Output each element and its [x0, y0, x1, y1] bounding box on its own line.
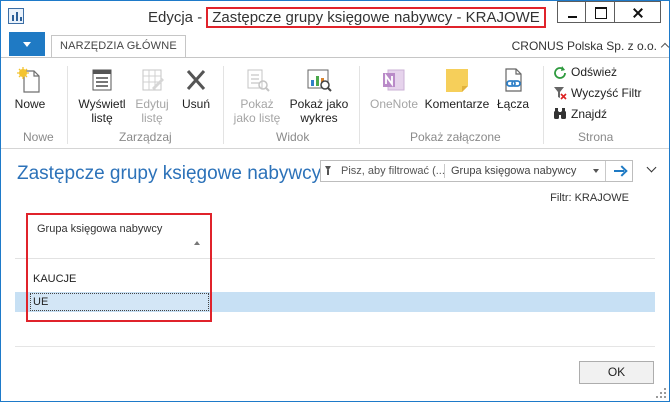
find-button[interactable]: Znajdź [553, 106, 607, 122]
filter-divider [444, 164, 445, 178]
sticky-note-icon [443, 66, 471, 94]
show-as-list-button[interactable]: Pokaż jako listę [229, 66, 285, 125]
window-controls [557, 1, 661, 23]
ribbon: Nowe Nowe Wyświetl listę Edytuj listę Us… [1, 57, 669, 149]
show-list-label-2: listę [91, 111, 113, 125]
onenote-label: OneNote [369, 97, 419, 111]
clear-filter-label: Wyczyść Filtr [571, 86, 642, 100]
ribbon-separator [359, 66, 360, 144]
show-as-chart-label-2: wykres [300, 111, 338, 125]
ribbon-separator [543, 66, 544, 144]
page-title: Zastępcze grupy księgowe nabywcy [17, 163, 322, 184]
chart-icon [305, 66, 333, 94]
filter-field-select[interactable]: Grupa księgowa nabywcy [451, 165, 576, 177]
minimize-button[interactable] [557, 1, 586, 23]
company-name: CRONUS Polska Sp. z o.o. [511, 39, 657, 53]
group-label-view: Widok [276, 130, 310, 144]
edit-list-label-2: listę [141, 111, 163, 125]
tab-home[interactable]: NARZĘDZIA GŁÓWNE [51, 35, 186, 58]
clear-filter-icon [553, 86, 567, 100]
show-as-chart-label-1: Pokaż jako [289, 97, 349, 111]
refresh-icon [553, 65, 567, 79]
maximize-button[interactable] [586, 1, 615, 23]
find-label: Znajdź [571, 107, 608, 121]
highlight-annotation-box [26, 213, 212, 322]
show-list-button[interactable]: Wyświetl listę [75, 66, 129, 125]
new-document-icon [16, 66, 44, 94]
group-label-page: Strona [578, 130, 614, 144]
group-label-new: Nowe [23, 130, 54, 144]
close-button[interactable] [615, 1, 661, 23]
filter-funnel-icon [325, 166, 331, 175]
delete-button[interactable]: Usuń [179, 66, 213, 111]
links-label: Łącza [496, 97, 530, 111]
window-title-highlight: Zastępcze grupy księgowe nabywcy - KRAJO… [206, 7, 546, 28]
app-menu-button[interactable] [9, 32, 45, 56]
comments-button[interactable]: Komentarze [424, 66, 490, 111]
show-as-list-label-1: Pokaż [240, 97, 274, 111]
link-document-icon [499, 66, 527, 94]
chevron-down-icon[interactable] [593, 169, 599, 173]
ok-button[interactable]: OK [579, 361, 654, 384]
show-as-chart-button[interactable]: Pokaż jako wykres [287, 66, 351, 125]
show-as-list-icon [243, 66, 271, 94]
clear-filter-button[interactable]: Wyczyść Filtr [553, 85, 642, 101]
show-list-label-1: Wyświetl [78, 97, 126, 111]
edit-list-label-1: Edytuj [135, 97, 169, 111]
title-bar: Edycja - Zastępcze grupy księgowe nabywcy… [1, 1, 669, 31]
collapse-ribbon-icon[interactable] [660, 42, 670, 52]
list-view-icon [88, 66, 116, 94]
footer-divider [15, 346, 655, 347]
filter-status-text: Filtr: KRAJOWE [550, 192, 629, 204]
show-as-list-label-2: jako listę [233, 111, 281, 125]
new-button[interactable]: Nowe [11, 66, 49, 111]
delete-button-label: Usuń [181, 97, 210, 111]
window-title-prefix: Edycja - [148, 9, 203, 26]
edit-list-button[interactable]: Edytuj listę [129, 66, 175, 125]
filter-bar: Pisz, aby filtrować (... Grupa księgowa … [320, 160, 633, 182]
ribbon-tab-bar: NARZĘDZIA GŁÓWNE CRONUS Polska Sp. z o.o… [1, 31, 670, 58]
onenote-button[interactable]: OneNote [365, 66, 423, 111]
group-label-attachments: Pokaż załączone [410, 130, 501, 144]
ribbon-separator [223, 66, 224, 144]
chevron-down-icon[interactable] [646, 162, 657, 173]
binoculars-icon [553, 107, 567, 121]
ribbon-separator [67, 66, 68, 144]
refresh-label: Odśwież [571, 65, 618, 79]
filter-search-input[interactable]: Pisz, aby filtrować (... [341, 165, 445, 177]
comments-label: Komentarze [424, 97, 490, 111]
window-title: Edycja - Zastępcze grupy księgowe nabywcy… [148, 7, 546, 28]
new-button-label: Nowe [14, 97, 46, 111]
onenote-icon [380, 66, 408, 94]
arrow-right-icon[interactable] [605, 161, 633, 181]
group-label-manage: Zarządzaj [119, 130, 172, 144]
refresh-button[interactable]: Odśwież [553, 64, 617, 80]
resize-grip-icon[interactable] [656, 388, 666, 398]
dialog-window: Edycja - Zastępcze grupy księgowe nabywcy… [0, 0, 670, 402]
delete-x-icon [182, 66, 210, 94]
app-icon [8, 8, 24, 24]
edit-list-icon [138, 66, 166, 94]
links-button[interactable]: Łącza [493, 66, 533, 111]
